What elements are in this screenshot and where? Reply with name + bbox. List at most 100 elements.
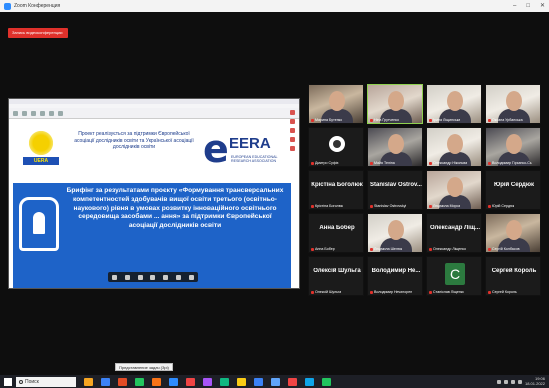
taskbar-app-icon[interactable]	[135, 377, 144, 386]
windows-start-icon[interactable]	[4, 377, 12, 386]
taskbar-app-icon[interactable]	[305, 377, 314, 386]
taskbar-app-icon[interactable]	[101, 377, 110, 386]
participant-tile[interactable]: Stanislav Ostrov... Stanislav Ostrovskyi	[367, 170, 423, 210]
participant-tile[interactable]: Юрій Сердюк Юрій Сердюк	[485, 170, 541, 210]
toolbar-tool-icon[interactable]	[58, 110, 63, 116]
taskbar-app-icon[interactable]	[186, 377, 195, 386]
taskbar-app-icon[interactable]	[169, 377, 178, 386]
annotation-tool-icon[interactable]	[289, 128, 295, 133]
zoom-app-icon	[4, 2, 11, 10]
participant-tile[interactable]: Дмитро Суфіє	[308, 127, 364, 167]
participant-caption: Майя Теліна	[370, 161, 395, 165]
window-controls: – □ ✕	[513, 0, 545, 12]
participant-tile[interactable]: Майя Теліна	[367, 127, 423, 167]
participant-name: Станіслав Ліщенко	[433, 290, 465, 294]
annotation-tool-icon[interactable]	[289, 110, 295, 115]
taskbar-app-icon[interactable]	[322, 377, 331, 386]
taskbar-app-icon[interactable]	[254, 377, 263, 386]
participant-tile[interactable]: Володимир Гірьєнко-Сь	[485, 127, 541, 167]
desktop-screen: Zoom Конференция – □ ✕ Запись видеоконфе…	[0, 0, 549, 388]
participant-tile[interactable]: Крістіна Боголюк Крістіна Боголюк	[308, 170, 364, 210]
shared-screen[interactable]: UERA Проект реалізується за підтримки Єв…	[8, 98, 300, 289]
recording-badge[interactable]: Запись видеоконференции	[8, 28, 68, 38]
muted-mic-icon	[429, 161, 432, 165]
participant-name: Сергій Колбасов	[492, 247, 520, 251]
minimize-button[interactable]: –	[513, 0, 516, 12]
presentation-slide: UERA Проект реалізується за підтримки Єв…	[13, 123, 291, 288]
taskbar-app-icon[interactable]	[152, 377, 161, 386]
participant-tile[interactable]: Володимир Не... Володимир Нечипорен	[367, 256, 423, 296]
toolbar-tool-icon[interactable]	[40, 110, 45, 116]
close-button[interactable]: ✕	[540, 0, 545, 12]
tray-icon[interactable]	[510, 379, 515, 384]
participant-name: Марина Бутенко	[315, 118, 343, 122]
muted-mic-icon	[488, 118, 491, 122]
window-titlebar: Zoom Конференция – □ ✕	[0, 0, 549, 12]
participant-tile[interactable]: Олексій Шульга Олексій Шульга	[308, 256, 364, 296]
tray-icon[interactable]	[496, 379, 501, 384]
participant-tile[interactable]: Сергій Колбасов	[485, 213, 541, 253]
clock-date: 18.01.2022	[524, 380, 545, 386]
share-control-icon[interactable]	[111, 274, 117, 280]
participant-tile[interactable]: Ніна Ґрутченко	[367, 84, 423, 124]
eera-logo-sub: EUROPEAN EDUCATIONAL RESEARCH ASSOCIATIO…	[231, 155, 278, 164]
taskbar-clock[interactable]: 19:06 18.01.2022	[524, 376, 545, 386]
taskbar-app-icon[interactable]	[237, 377, 246, 386]
book-pen-icon	[19, 197, 59, 251]
maximize-button[interactable]: □	[526, 0, 530, 12]
share-control-icon[interactable]	[163, 274, 169, 280]
participant-tile[interactable]: Ірина Ліщинська	[426, 84, 482, 124]
share-control-icon[interactable]	[150, 274, 156, 280]
toolbar-tool-icon[interactable]	[31, 110, 36, 116]
participant-tile[interactable]: Анна Бобер Анна Бобер	[308, 213, 364, 253]
participant-tile[interactable]: Сергей Король Сергей Король	[485, 256, 541, 296]
annotation-tool-icon[interactable]	[289, 119, 295, 124]
muted-mic-icon	[488, 204, 491, 208]
participant-tile[interactable]: С Станіслав Ліщенко	[426, 256, 482, 296]
participant-name: Олексій Шульга	[315, 290, 342, 294]
share-control-icon[interactable]	[124, 274, 130, 280]
taskbar-app-icon[interactable]	[220, 377, 229, 386]
participant-display-name: Юрій Сердюк	[494, 182, 534, 188]
share-control-icon[interactable]	[188, 274, 194, 280]
participant-tile[interactable]: Олександр Ліщ... Олександр Ліщенко	[426, 213, 482, 253]
taskbar-app-icon[interactable]	[84, 377, 93, 386]
participant-caption: Олександр Ліщенко	[429, 247, 466, 251]
participant-name: Олександр Нікольва	[433, 161, 468, 165]
muted-mic-icon	[311, 161, 314, 165]
participant-tile[interactable]: Оксана Урбанська	[485, 84, 541, 124]
share-control-icon[interactable]	[137, 274, 143, 280]
taskbar-apps	[76, 377, 331, 386]
tray-icon[interactable]	[503, 379, 508, 384]
participant-caption: Сергій Колбасов	[488, 247, 520, 251]
participant-caption: Олексій Шульга	[311, 290, 341, 294]
annotation-tool-icon[interactable]	[289, 137, 295, 142]
participant-caption: Stanislav Ostrovskyi	[370, 204, 406, 208]
participant-display-name: Олексій Шульга	[313, 268, 361, 274]
participant-caption: Ірина Ліщинська	[429, 118, 460, 122]
share-control-icon[interactable]	[176, 274, 182, 280]
taskbar-app-icon[interactable]	[288, 377, 297, 386]
toolbar-tool-icon[interactable]	[22, 110, 27, 116]
taskbar-search[interactable]: Поиск	[16, 376, 76, 387]
toolbar-tool-icon[interactable]	[13, 110, 18, 116]
participant-caption: Сергей Король	[488, 290, 517, 294]
uera-logo-text: UERA	[23, 157, 59, 165]
muted-mic-icon	[370, 290, 373, 294]
participant-tile[interactable]: Олександр Нікольва	[426, 127, 482, 167]
annotation-tool-icon[interactable]	[289, 146, 295, 151]
participant-tile[interactable]: Людмила Мороз	[426, 170, 482, 210]
taskbar-app-icon[interactable]	[203, 377, 212, 386]
participant-name: Ніна Ґрутченко	[374, 118, 400, 122]
taskbar-app-icon[interactable]	[271, 377, 280, 386]
participant-tile[interactable]: Людмила Шелюк	[367, 213, 423, 253]
muted-mic-icon	[311, 247, 314, 251]
toolbar-tool-icon[interactable]	[49, 110, 54, 116]
participant-caption: Дмитро Суфіє	[311, 161, 339, 165]
participant-display-name: Олександр Ліщ...	[429, 225, 481, 231]
slide-support-text: Проект реалізується за підтримки Європей…	[74, 131, 194, 150]
participant-tile[interactable]: Марина Бутенко	[308, 84, 364, 124]
tray-icon[interactable]	[517, 379, 522, 384]
taskbar-app-icon[interactable]	[118, 377, 127, 386]
participant-caption: Крістіна Боголюк	[311, 204, 343, 208]
